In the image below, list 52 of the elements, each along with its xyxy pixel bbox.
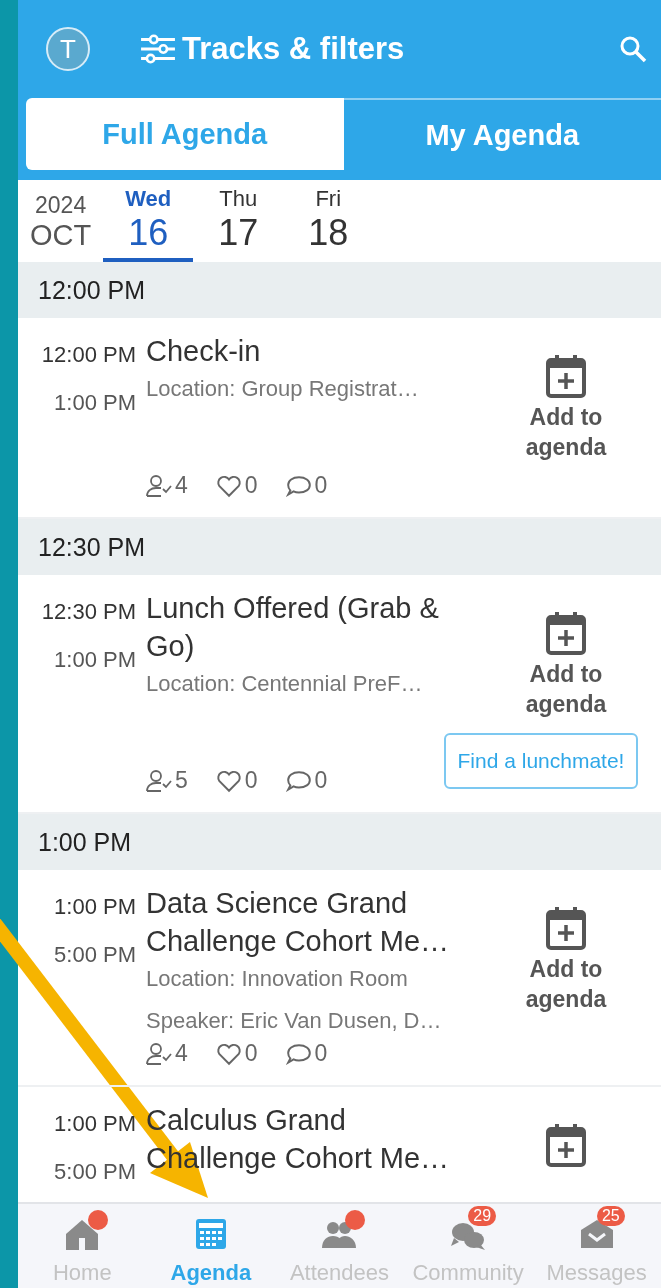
calendar-plus-icon bbox=[546, 354, 586, 398]
section-time: 12:30 PM bbox=[38, 532, 145, 562]
calendar-plus-icon bbox=[546, 906, 586, 950]
year-label: 2024 bbox=[35, 192, 87, 219]
start-time: 12:30 PM bbox=[41, 599, 136, 625]
session-title[interactable]: Check-in bbox=[146, 332, 481, 370]
attendee-count: 4 bbox=[175, 1040, 188, 1067]
notification-badge: 25 bbox=[596, 1206, 625, 1226]
calendar-plus-icon bbox=[546, 611, 586, 655]
comment-icon[interactable] bbox=[285, 1041, 312, 1066]
attendee-check-icon bbox=[146, 1041, 172, 1066]
add-to-agenda-button[interactable]: Add to agenda bbox=[516, 611, 616, 719]
end-time: 1:00 PM bbox=[54, 647, 136, 673]
add-to-agenda-button[interactable]: Add to agenda bbox=[516, 354, 616, 462]
session-location: Location: Group Registrat… bbox=[146, 376, 420, 402]
filter-icon[interactable] bbox=[140, 34, 176, 64]
session-location: Location: Innovation Room bbox=[146, 966, 409, 992]
month-label: OCT bbox=[30, 219, 92, 252]
session-location: Location: Centennial PreF… bbox=[146, 671, 424, 697]
session-title[interactable]: Lunch Offered (Grab & Go) bbox=[146, 589, 481, 665]
calendar-plus-icon bbox=[546, 1123, 586, 1167]
attendee-check-icon bbox=[146, 768, 172, 793]
notification-badge: 29 bbox=[468, 1206, 497, 1226]
section-time: 1:00 PM bbox=[38, 827, 132, 857]
start-time: 1:00 PM bbox=[54, 1111, 136, 1137]
heart-icon[interactable] bbox=[215, 473, 242, 498]
start-time: 12:00 PM bbox=[41, 342, 136, 368]
attendee-count: 5 bbox=[175, 767, 188, 794]
comment-icon[interactable] bbox=[285, 473, 312, 498]
session-speaker: Speaker: Eric Van Dusen, D… bbox=[146, 1008, 443, 1034]
session-title[interactable]: Data Science Grand Challenge Cohort Me… bbox=[146, 884, 481, 960]
like-count: 0 bbox=[244, 472, 258, 499]
comment-count: 0 bbox=[314, 767, 328, 794]
add-to-agenda-button[interactable] bbox=[546, 1123, 586, 1167]
end-time: 1:00 PM bbox=[54, 390, 136, 416]
like-count: 0 bbox=[244, 1040, 258, 1067]
section-time: 12:00 PM bbox=[38, 275, 145, 305]
search-icon[interactable] bbox=[619, 35, 647, 63]
add-to-agenda-button[interactable]: Add to agenda bbox=[516, 906, 616, 1014]
start-time: 1:00 PM bbox=[54, 894, 136, 920]
end-time: 5:00 PM bbox=[54, 942, 136, 968]
heart-icon[interactable] bbox=[215, 768, 242, 793]
attendee-check-icon bbox=[146, 473, 172, 498]
comment-count: 0 bbox=[314, 1040, 328, 1067]
heart-icon[interactable] bbox=[215, 1041, 242, 1066]
comment-icon[interactable] bbox=[285, 768, 312, 793]
like-count: 0 bbox=[244, 767, 258, 794]
attendee-count: 4 bbox=[175, 472, 188, 499]
end-time: 5:00 PM bbox=[54, 1159, 136, 1185]
day-tab[interactable]: Thu 17 bbox=[193, 186, 284, 262]
comment-count: 0 bbox=[314, 472, 328, 499]
day-tab[interactable]: Fri 18 bbox=[283, 186, 374, 262]
